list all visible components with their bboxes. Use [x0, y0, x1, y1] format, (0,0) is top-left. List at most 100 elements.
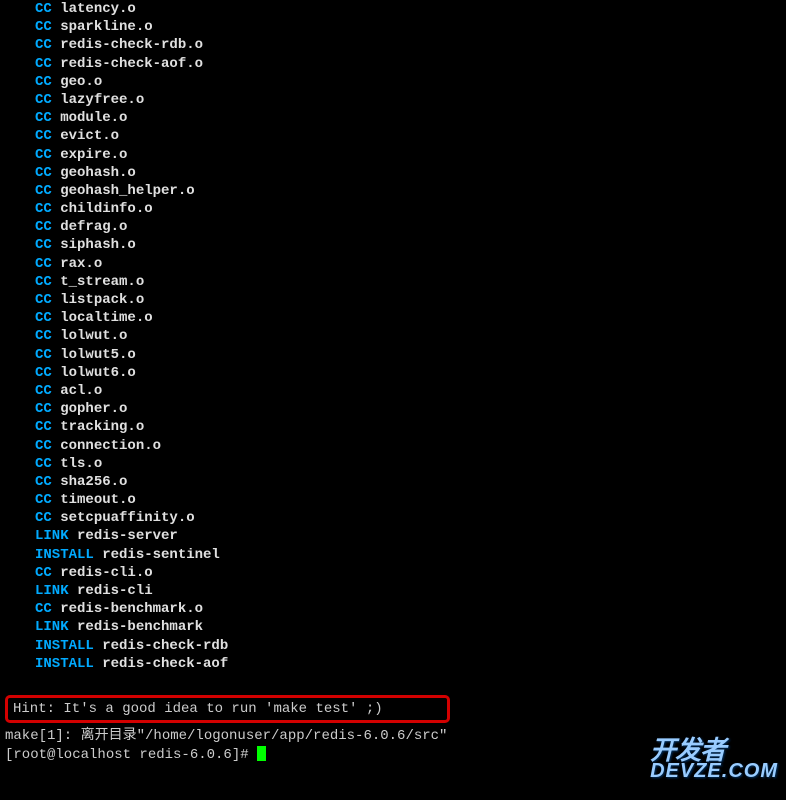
compile-cmd: CC: [35, 347, 52, 363]
compile-cmd: LINK: [35, 619, 69, 635]
compile-cmd: CC: [35, 419, 52, 435]
hint-highlight-box: Hint: It's a good idea to run 'make test…: [5, 695, 450, 723]
compile-cmd: CC: [35, 219, 52, 235]
compile-line: CC latency.o: [5, 0, 781, 18]
compile-file: redis-cli: [77, 583, 153, 599]
compile-line: CC lazyfree.o: [5, 91, 781, 109]
compile-cmd: CC: [35, 74, 52, 90]
compile-file: redis-check-rdb: [102, 638, 228, 654]
compile-file: lolwut6.o: [60, 365, 136, 381]
compile-line: CC acl.o: [5, 382, 781, 400]
compile-line: LINK redis-server: [5, 527, 781, 545]
compile-line: CC timeout.o: [5, 491, 781, 509]
compile-line: CC geohash_helper.o: [5, 182, 781, 200]
compile-line: CC sha256.o: [5, 473, 781, 491]
compile-line: CC geohash.o: [5, 164, 781, 182]
compile-file: redis-check-rdb.o: [60, 37, 203, 53]
compile-cmd: CC: [35, 565, 52, 581]
compile-file: module.o: [60, 110, 127, 126]
compile-line: CC childinfo.o: [5, 200, 781, 218]
compile-file: t_stream.o: [60, 274, 144, 290]
compile-file: sparkline.o: [60, 19, 152, 35]
compile-cmd: CC: [35, 110, 52, 126]
compile-cmd: INSTALL: [35, 656, 94, 672]
watermark-top: 开发者: [650, 739, 778, 762]
hint-text: Hint: It's a good idea to run 'make test…: [13, 701, 383, 717]
compile-file: lazyfree.o: [60, 92, 144, 108]
compile-line: CC redis-check-aof.o: [5, 55, 781, 73]
compile-file: setcpuaffinity.o: [60, 510, 194, 526]
compile-file: redis-server: [77, 528, 178, 544]
compile-cmd: CC: [35, 237, 52, 253]
compile-line: CC connection.o: [5, 437, 781, 455]
compile-file: expire.o: [60, 147, 127, 163]
compile-file: redis-sentinel: [102, 547, 220, 563]
compile-file: rax.o: [60, 256, 102, 272]
compile-cmd: CC: [35, 510, 52, 526]
compile-file: childinfo.o: [60, 201, 152, 217]
compile-line: CC defrag.o: [5, 218, 781, 236]
compile-file: sha256.o: [60, 474, 127, 490]
compile-cmd: CC: [35, 201, 52, 217]
watermark-bottom: DEVZE.COM: [650, 762, 778, 780]
compile-cmd: CC: [35, 383, 52, 399]
compile-cmd: CC: [35, 56, 52, 72]
compile-cmd: CC: [35, 274, 52, 290]
compile-line: LINK redis-benchmark: [5, 618, 781, 636]
compile-line: CC tracking.o: [5, 418, 781, 436]
compile-line: CC siphash.o: [5, 236, 781, 254]
compile-line: CC rax.o: [5, 255, 781, 273]
compile-cmd: CC: [35, 147, 52, 163]
compile-line: CC redis-check-rdb.o: [5, 36, 781, 54]
compile-file: geohash.o: [60, 165, 136, 181]
compile-file: tracking.o: [60, 419, 144, 435]
blank-line: [5, 673, 781, 691]
compile-cmd: INSTALL: [35, 638, 94, 654]
compile-line: CC geo.o: [5, 73, 781, 91]
compile-line: CC evict.o: [5, 127, 781, 145]
compile-file: redis-check-aof: [102, 656, 228, 672]
compile-cmd: CC: [35, 92, 52, 108]
compile-cmd: CC: [35, 365, 52, 381]
compile-file: tls.o: [60, 456, 102, 472]
compile-cmd: CC: [35, 601, 52, 617]
compile-file: listpack.o: [60, 292, 144, 308]
compile-line: CC tls.o: [5, 455, 781, 473]
compile-cmd: CC: [35, 19, 52, 35]
compile-cmd: LINK: [35, 528, 69, 544]
compile-line: CC redis-benchmark.o: [5, 600, 781, 618]
compile-line: CC lolwut6.o: [5, 364, 781, 382]
compile-line: INSTALL redis-check-aof: [5, 655, 781, 673]
compile-line: INSTALL redis-sentinel: [5, 546, 781, 564]
compile-file: lolwut.o: [60, 328, 127, 344]
compile-cmd: CC: [35, 310, 52, 326]
compile-cmd: CC: [35, 256, 52, 272]
compile-cmd: CC: [35, 1, 52, 17]
compile-cmd: CC: [35, 128, 52, 144]
compile-file: evict.o: [60, 128, 119, 144]
compile-cmd: LINK: [35, 583, 69, 599]
compile-line: CC gopher.o: [5, 400, 781, 418]
compile-file: lolwut5.o: [60, 347, 136, 363]
compile-cmd: CC: [35, 492, 52, 508]
compile-file: geohash_helper.o: [60, 183, 194, 199]
cursor: [257, 746, 266, 761]
compile-line: CC lolwut5.o: [5, 346, 781, 364]
compile-file: timeout.o: [60, 492, 136, 508]
prompt-text: [root@localhost redis-6.0.6]#: [5, 747, 257, 763]
compile-file: localtime.o: [60, 310, 152, 326]
compile-line: CC sparkline.o: [5, 18, 781, 36]
terminal-output[interactable]: CC latency.oCC sparkline.oCC redis-check…: [0, 0, 786, 764]
compile-line: CC setcpuaffinity.o: [5, 509, 781, 527]
compile-file: connection.o: [60, 438, 161, 454]
compile-file: gopher.o: [60, 401, 127, 417]
compile-file: redis-benchmark: [77, 619, 203, 635]
compile-cmd: CC: [35, 183, 52, 199]
compile-line: LINK redis-cli: [5, 582, 781, 600]
compile-output-block: CC latency.oCC sparkline.oCC redis-check…: [5, 0, 781, 673]
compile-file: redis-check-aof.o: [60, 56, 203, 72]
compile-cmd: CC: [35, 328, 52, 344]
compile-file: latency.o: [60, 1, 136, 17]
compile-file: geo.o: [60, 74, 102, 90]
compile-file: siphash.o: [60, 237, 136, 253]
